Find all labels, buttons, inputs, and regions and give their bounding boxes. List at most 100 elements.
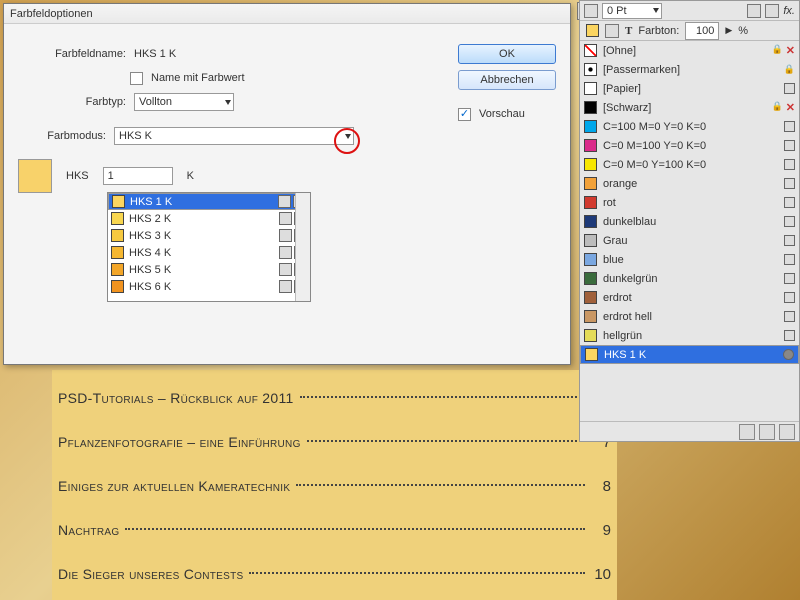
- swatch-row[interactable]: rot: [580, 193, 799, 212]
- x-icon: ✕: [786, 44, 795, 57]
- swatch-options-dialog: Farbfeldoptionen OK Abbrechen Vorschau F…: [3, 3, 571, 365]
- toc-page: 9: [591, 522, 611, 539]
- toc-row: PSD-Tutorials – Rückblick auf 20116: [58, 376, 611, 420]
- toc-row: Einiges zur aktuellen Kameratechnik8: [58, 464, 611, 508]
- cmyk-icon: [784, 83, 795, 94]
- scrollbar[interactable]: [295, 193, 310, 301]
- swatch-row[interactable]: C=100 M=0 Y=0 K=0: [580, 117, 799, 136]
- cmyk-icon: [784, 216, 795, 227]
- swatch-row[interactable]: HKS 1 K: [580, 345, 799, 364]
- cmyk-icon: [784, 121, 795, 132]
- swatch-icon: [584, 234, 597, 247]
- spot-icon: [783, 349, 794, 360]
- swatch-row[interactable]: hellgrün: [580, 326, 799, 345]
- dropdown-item[interactable]: HKS 2 K: [108, 210, 310, 227]
- hks-dropdown-list[interactable]: HKS 1 KHKS 2 KHKS 3 KHKS 4 KHKS 5 KHKS 6…: [107, 192, 311, 302]
- swatch-row[interactable]: orange: [580, 174, 799, 193]
- toc-title: Pflanzenfotografie – eine Einführung: [58, 434, 301, 450]
- dropdown-item[interactable]: HKS 5 K: [108, 261, 310, 278]
- hks-number-input[interactable]: [103, 167, 173, 185]
- swatch-row[interactable]: blue: [580, 250, 799, 269]
- swatch-name: C=100 M=0 Y=0 K=0: [603, 121, 778, 133]
- name-with-value-checkbox[interactable]: [130, 72, 143, 85]
- new-swatch-icon[interactable]: [759, 424, 775, 440]
- trash-icon[interactable]: [779, 424, 795, 440]
- cmyk-icon: [784, 254, 795, 265]
- swatch-row[interactable]: Grau: [580, 231, 799, 250]
- swatch-name: C=0 M=0 Y=100 K=0: [603, 159, 778, 171]
- toc-row: Pflanzenfotografie – eine Einführung7: [58, 420, 611, 464]
- dropdown-item[interactable]: HKS 1 K: [108, 193, 310, 210]
- spot-icon: [278, 195, 291, 208]
- swatch-name: C=0 M=100 Y=0 K=0: [603, 140, 778, 152]
- fill-swatch[interactable]: [586, 24, 599, 37]
- preview-checkbox[interactable]: [458, 108, 471, 121]
- swatch-icon: [584, 44, 597, 57]
- dropdown-item[interactable]: HKS 6 K: [108, 278, 310, 295]
- swatch-icon: [584, 196, 597, 209]
- swatch-name: [Ohne]: [603, 45, 766, 57]
- panel-icon[interactable]: [765, 4, 779, 18]
- type-label: Farbtyp:: [18, 96, 126, 108]
- cmyk-icon: [784, 311, 795, 322]
- swatch-row[interactable]: dunkelgrün: [580, 269, 799, 288]
- swatch-icon: [584, 177, 597, 190]
- dropdown-item[interactable]: HKS 4 K: [108, 244, 310, 261]
- spot-icon: [279, 263, 292, 276]
- swatch-icon: [585, 348, 598, 361]
- swatch-name: blue: [603, 254, 778, 266]
- swatches-panel: 0 Pt fx. T Farbton: ▶ % [Ohne]🔒✕[Passerm…: [579, 0, 800, 442]
- cmyk-icon: [784, 178, 795, 189]
- swatch-row[interactable]: C=0 M=100 Y=0 K=0: [580, 136, 799, 155]
- stroke-select[interactable]: 0 Pt: [602, 3, 662, 19]
- type-select[interactable]: Vollton: [134, 93, 234, 111]
- preview-label: Vorschau: [479, 108, 525, 120]
- swatch-name: rot: [603, 197, 778, 209]
- panel-icon[interactable]: [584, 4, 598, 18]
- swatch-icon: [584, 139, 597, 152]
- annotation-circle: [334, 128, 360, 154]
- chevron-down-icon: [225, 100, 231, 105]
- swatch-icon: [584, 310, 597, 323]
- swatch-name: HKS 1 K: [604, 349, 777, 361]
- cmyk-icon: [784, 140, 795, 151]
- icon[interactable]: [605, 24, 619, 38]
- toc-row: Nachtrag9: [58, 508, 611, 552]
- swatch-icon: [584, 63, 597, 76]
- swatch-name: orange: [603, 178, 778, 190]
- name-value: HKS 1 K: [134, 48, 176, 60]
- dialog-title: Farbfeldoptionen: [4, 4, 570, 24]
- cmyk-icon: [784, 197, 795, 208]
- toc-title: Die Sieger unseres Contests: [58, 566, 243, 582]
- swatch-name: erdrot hell: [603, 311, 778, 323]
- swatch-icon: [584, 253, 597, 266]
- swatch-name: hellgrün: [603, 330, 778, 342]
- swatch-row[interactable]: [Schwarz]🔒✕: [580, 98, 799, 117]
- swatch-name: Grau: [603, 235, 778, 247]
- swatch-row[interactable]: [Papier]: [580, 79, 799, 98]
- new-swatch-icon[interactable]: [739, 424, 755, 440]
- swatch-row[interactable]: erdrot: [580, 288, 799, 307]
- swatch-icon: [584, 120, 597, 133]
- swatch-row[interactable]: [Ohne]🔒✕: [580, 41, 799, 60]
- ok-button[interactable]: OK: [458, 44, 556, 64]
- tint-input[interactable]: [685, 22, 719, 40]
- swatch-row[interactable]: erdrot hell: [580, 307, 799, 326]
- swatch-row[interactable]: C=0 M=0 Y=100 K=0: [580, 155, 799, 174]
- mode-select[interactable]: HKS K: [114, 127, 354, 145]
- cmyk-icon: [784, 330, 795, 341]
- spot-icon: [279, 229, 292, 242]
- cancel-button[interactable]: Abbrechen: [458, 70, 556, 90]
- hks-label: HKS: [66, 170, 89, 182]
- swatch-name: erdrot: [603, 292, 778, 304]
- panel-footer: [580, 421, 799, 441]
- swatch-row[interactable]: [Passermarken]🔒: [580, 60, 799, 79]
- cmyk-icon: [784, 159, 795, 170]
- name-label: Farbfeldname:: [18, 48, 126, 60]
- swatch-row[interactable]: dunkelblau: [580, 212, 799, 231]
- panel-icon[interactable]: [747, 4, 761, 18]
- swatch-name: dunkelgrün: [603, 273, 778, 285]
- cmyk-icon: [784, 292, 795, 303]
- dropdown-item[interactable]: HKS 3 K: [108, 227, 310, 244]
- x-icon: ✕: [786, 101, 795, 114]
